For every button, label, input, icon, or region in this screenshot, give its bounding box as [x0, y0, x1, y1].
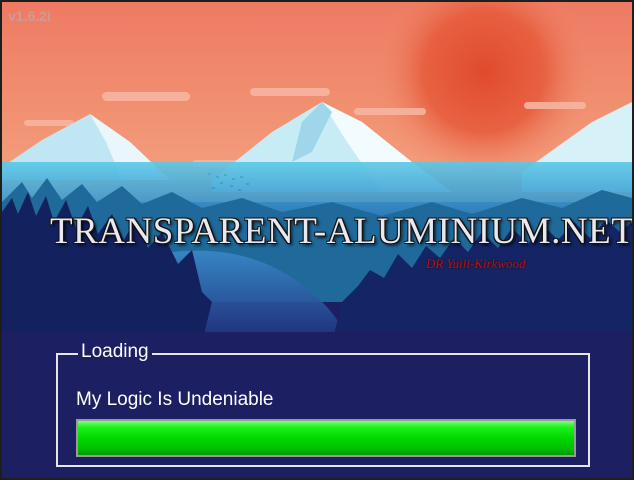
loading-group-label: Loading: [78, 338, 152, 366]
splash-window: v1.6.2i TRANSPARENT-ALUMINIUM.NET DR Yui…: [0, 0, 634, 480]
site-title: TRANSPARENT-ALUMINIUM.NET: [50, 211, 634, 252]
author-signature: DR Yuill-Kirkwood: [426, 256, 526, 271]
progress-bar-fill: [78, 421, 574, 455]
loading-group: Loading My Logic Is Undeniable: [56, 338, 590, 467]
version-label: v1.6.2i: [8, 8, 51, 24]
progress-bar: [76, 419, 576, 457]
loading-status-text: My Logic Is Undeniable: [76, 389, 274, 410]
